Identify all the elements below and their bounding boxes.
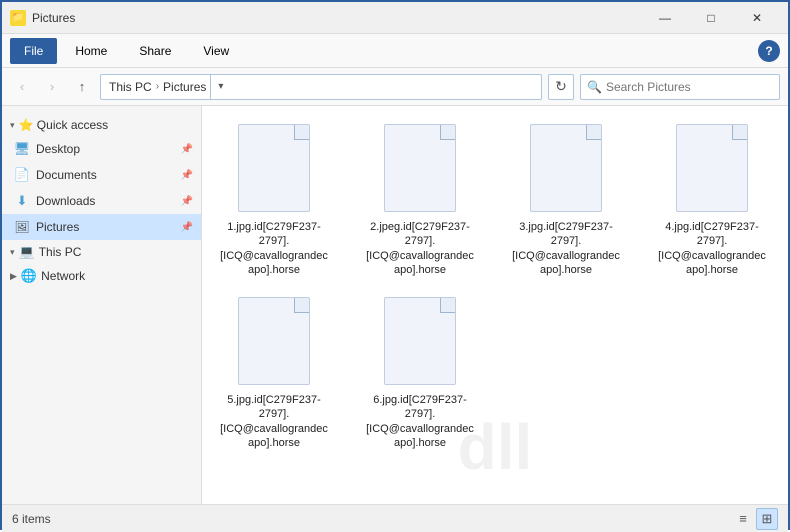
sidebar-label-downloads: Downloads [36, 194, 95, 208]
file-icon-2 [380, 124, 460, 214]
this-pc-icon: 💻 [19, 244, 35, 260]
address-path[interactable]: This PC › Pictures ▾ [100, 74, 542, 100]
window-controls: — □ ✕ [642, 2, 780, 34]
tab-file[interactable]: File [10, 38, 57, 64]
refresh-button[interactable]: ↻ [548, 74, 574, 100]
sidebar-network[interactable]: ▶ 🌐 Network [2, 264, 201, 288]
file-name-3: 3.jpg.id[C279F237-2797].[ICQ@cavallogran… [512, 220, 620, 277]
pin-icon-documents: 📌 [181, 170, 193, 181]
sidebar-label-documents: Documents [36, 168, 97, 182]
title-bar: 📁 Pictures — □ ✕ [2, 2, 788, 34]
network-icon: 🌐 [21, 268, 37, 284]
maximize-button[interactable]: □ [688, 2, 734, 34]
file-icon-3 [526, 124, 606, 214]
pictures-folder-icon: 🖼 [14, 219, 30, 235]
window-title: Pictures [32, 11, 75, 25]
help-button[interactable]: ? [758, 40, 780, 62]
back-button[interactable]: ‹ [10, 75, 34, 99]
close-button[interactable]: ✕ [734, 2, 780, 34]
file-item-6[interactable]: 6.jpg.id[C279F237-2797].[ICQ@cavallogran… [360, 291, 480, 456]
file-name-5: 5.jpg.id[C279F237-2797].[ICQ@cavallogran… [220, 393, 328, 450]
sidebar-this-pc[interactable]: ▾ 💻 This PC [2, 240, 201, 264]
tab-home[interactable]: Home [61, 38, 121, 64]
content-area: dll 1.jpg.id[C279F237-2797].[ICQ@cavallo… [202, 106, 788, 504]
address-bar: ‹ › ↑ This PC › Pictures ▾ ↻ 🔍 [2, 68, 788, 106]
quick-access-label: ⭐ Quick access [19, 118, 109, 132]
file-item-4[interactable]: 4.jpg.id[C279F237-2797].[ICQ@cavallogran… [652, 118, 772, 283]
sidebar-quick-access[interactable]: ▾ ⭐ Quick access [2, 114, 201, 136]
sidebar-item-desktop[interactable]: 🖥 Desktop 📌 [2, 136, 201, 162]
path-pictures: Pictures [163, 80, 206, 94]
quick-access-chevron: ▾ [10, 120, 15, 131]
path-dropdown[interactable]: ▾ [210, 74, 230, 100]
forward-button[interactable]: › [40, 75, 64, 99]
search-input[interactable] [606, 80, 773, 94]
file-name-1: 1.jpg.id[C279F237-2797].[ICQ@cavallogran… [220, 220, 328, 277]
sidebar-item-documents[interactable]: 📄 Documents 📌 [2, 162, 201, 188]
file-item-3[interactable]: 3.jpg.id[C279F237-2797].[ICQ@cavallogran… [506, 118, 626, 283]
minimize-button[interactable]: — [642, 2, 688, 34]
file-name-4: 4.jpg.id[C279F237-2797].[ICQ@cavallogran… [658, 220, 766, 277]
sidebar-label-network: Network [41, 269, 85, 283]
list-view-button[interactable]: ≡ [732, 508, 754, 530]
sidebar-label-pictures: Pictures [36, 220, 79, 234]
path-chevron-1: › [156, 81, 159, 92]
tab-view[interactable]: View [189, 38, 243, 64]
file-icon-5 [234, 297, 314, 387]
file-name-2: 2.jpeg.id[C279F237-2797].[ICQ@cavallogra… [366, 220, 474, 277]
sidebar-label-desktop: Desktop [36, 142, 80, 156]
documents-folder-icon: 📄 [14, 167, 30, 183]
desktop-folder-icon: 🖥 [14, 141, 30, 157]
pin-icon-desktop: 📌 [181, 144, 193, 155]
main-layout: ▾ ⭐ Quick access 🖥 Desktop 📌 📄 Documents… [2, 106, 788, 504]
sidebar: ▾ ⭐ Quick access 🖥 Desktop 📌 📄 Documents… [2, 106, 202, 504]
search-box[interactable]: 🔍 [580, 74, 780, 100]
item-count: 6 items [12, 512, 51, 526]
tab-share[interactable]: Share [125, 38, 185, 64]
path-thispc: This PC [109, 80, 152, 94]
status-bar: 6 items ≡ ⊞ [2, 504, 788, 532]
sidebar-item-pictures[interactable]: 🖼 Pictures 📌 [2, 214, 201, 240]
search-icon: 🔍 [587, 80, 602, 94]
file-item-1[interactable]: 1.jpg.id[C279F237-2797].[ICQ@cavallogran… [214, 118, 334, 283]
view-controls: ≡ ⊞ [732, 508, 778, 530]
file-grid: 1.jpg.id[C279F237-2797].[ICQ@cavallogran… [214, 118, 776, 456]
file-item-2[interactable]: 2.jpeg.id[C279F237-2797].[ICQ@cavallogra… [360, 118, 480, 283]
file-item-5[interactable]: 5.jpg.id[C279F237-2797].[ICQ@cavallogran… [214, 291, 334, 456]
pin-icon-downloads: 📌 [181, 196, 193, 207]
file-icon-1 [234, 124, 314, 214]
up-button[interactable]: ↑ [70, 75, 94, 99]
this-pc-chevron: ▾ [10, 247, 15, 258]
network-chevron: ▶ [10, 271, 17, 282]
file-name-6: 6.jpg.id[C279F237-2797].[ICQ@cavallogran… [366, 393, 474, 450]
grid-view-button[interactable]: ⊞ [756, 508, 778, 530]
file-icon-4 [672, 124, 752, 214]
downloads-folder-icon: ⬇ [14, 193, 30, 209]
sidebar-label-this-pc: This PC [39, 245, 82, 259]
sidebar-item-downloads[interactable]: ⬇ Downloads 📌 [2, 188, 201, 214]
file-icon-6 [380, 297, 460, 387]
folder-icon: 📁 [10, 10, 26, 26]
title-bar-left: 📁 Pictures [10, 10, 75, 26]
pin-icon-pictures: 📌 [181, 222, 193, 233]
ribbon: File Home Share View ? [2, 34, 788, 68]
